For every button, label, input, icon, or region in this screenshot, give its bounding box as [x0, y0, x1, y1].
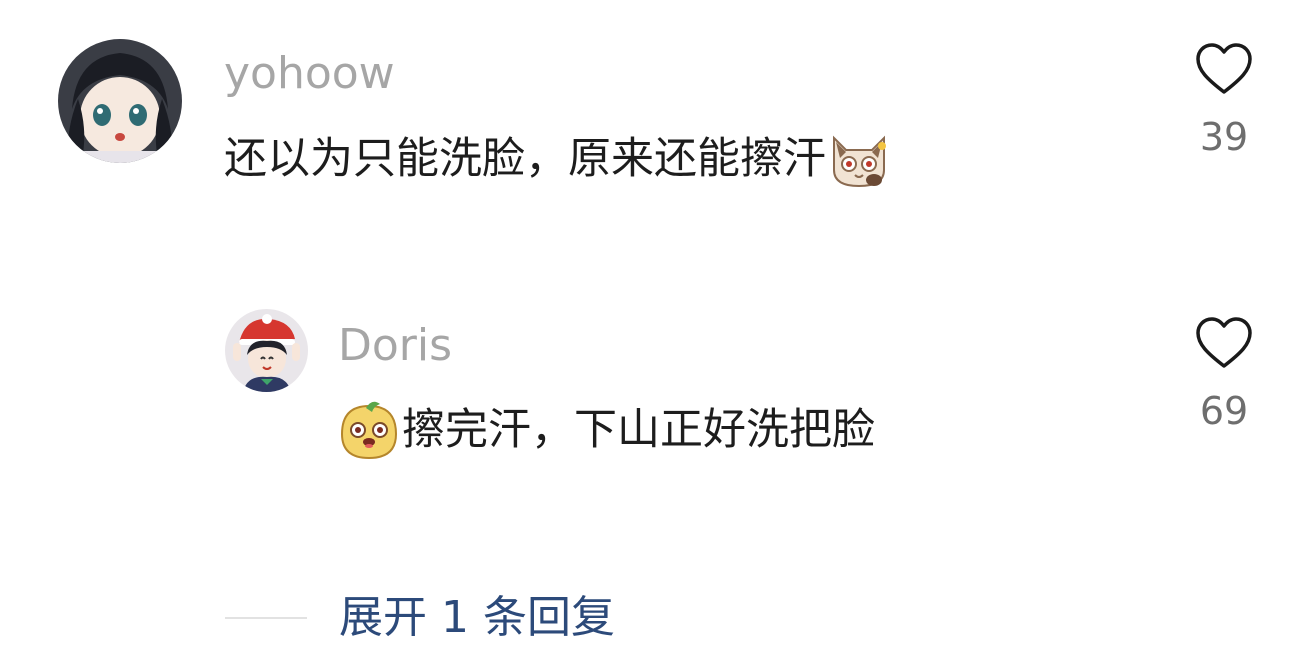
comment-text: 擦完汗，下山正好洗把脸 — [338, 400, 875, 460]
comment-thread: yohoow 还以为只能洗脸，原来还能擦汗 39 Doris 擦完汗，下山正好洗… — [0, 0, 1316, 667]
like-button[interactable]: 69 — [1179, 316, 1269, 430]
username[interactable]: Doris — [338, 324, 452, 368]
comment-body: 还以为只能洗脸，原来还能擦汗 — [224, 133, 826, 184]
heart-outline-icon[interactable] — [1195, 42, 1253, 96]
divider — [225, 617, 307, 619]
like-count: 39 — [1199, 115, 1249, 159]
avatar[interactable] — [58, 39, 182, 163]
comment-text: 还以为只能洗脸，原来还能擦汗 — [224, 130, 890, 188]
expand-replies-link[interactable]: 展开 1 条回复 — [339, 596, 615, 640]
heart-outline-icon[interactable] — [1195, 316, 1253, 370]
avatar[interactable] — [225, 309, 308, 392]
cat-emoji-icon — [828, 130, 890, 188]
comment-body: 擦完汗，下山正好洗把脸 — [402, 404, 875, 455]
like-button[interactable]: 39 — [1179, 42, 1269, 156]
expand-replies[interactable]: 展开 1 条回复 — [225, 590, 615, 646]
like-count: 69 — [1199, 389, 1249, 433]
blob-face-emoji-icon — [338, 400, 400, 460]
username[interactable]: yohoow — [224, 52, 395, 96]
